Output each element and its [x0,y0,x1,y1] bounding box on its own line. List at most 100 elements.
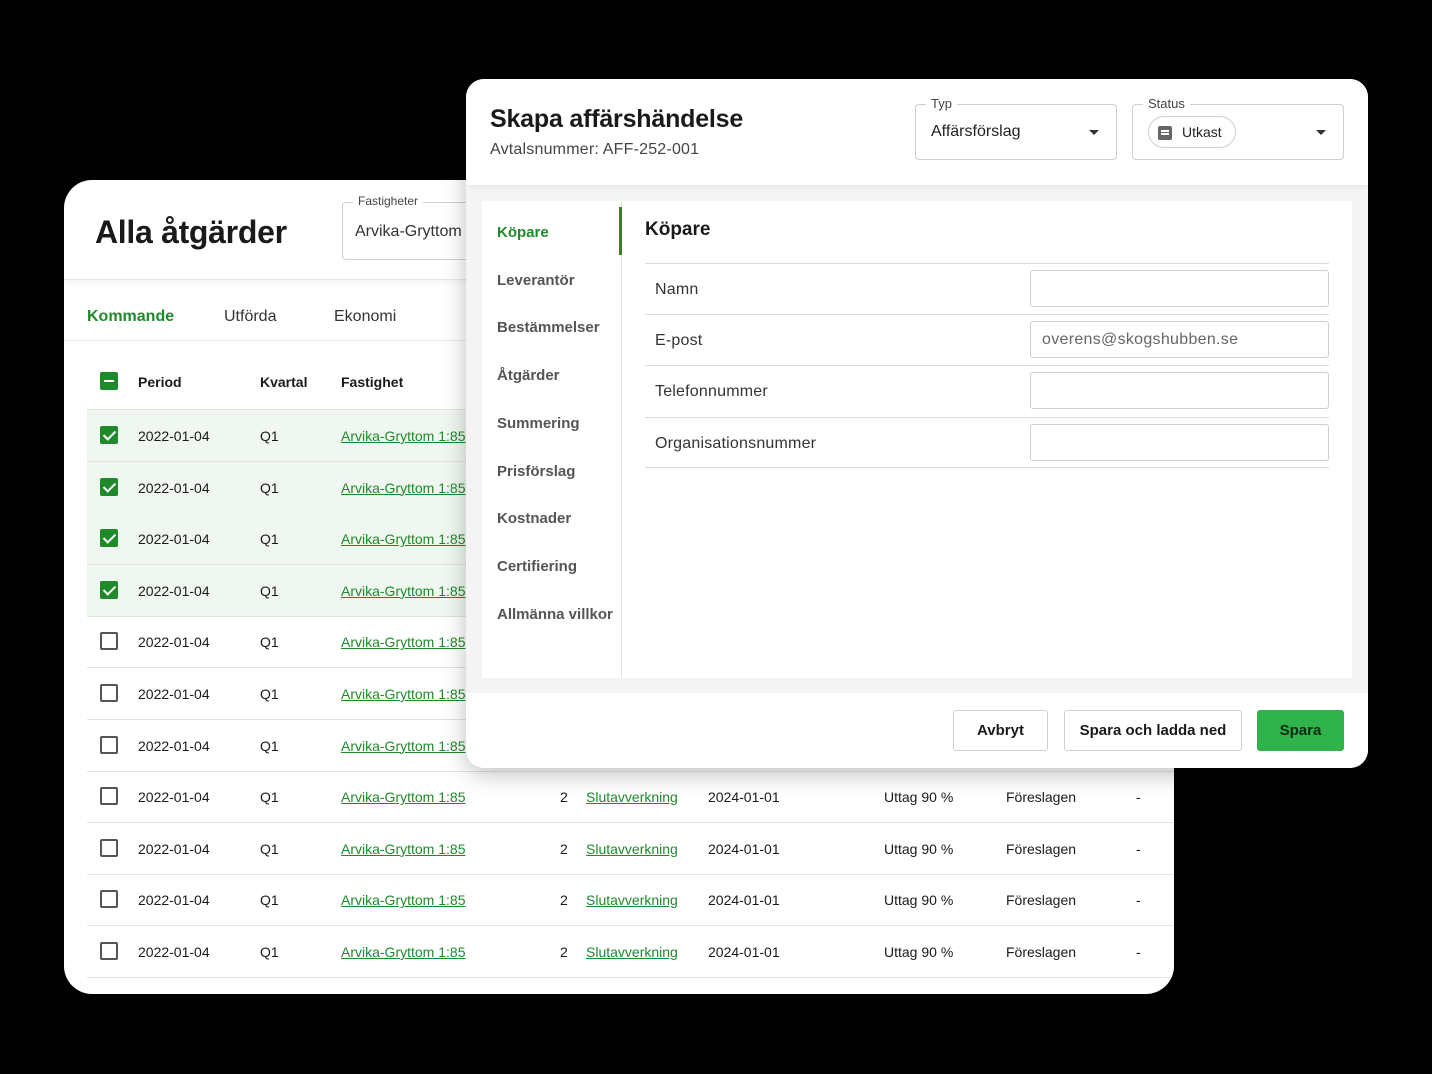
row-checkbox[interactable] [100,580,118,599]
dialog-title: Skapa affärshändelse [490,105,744,133]
table-row[interactable]: 2022-01-04 Q1 Arvika-Gryttom 1:85 2 Slutavve… [87,823,1174,875]
section-nav-item[interactable]: Bestämmelser [497,319,600,336]
dialog-content: Köpare Leverantör Bestämmelser Åtgärder Summ… [482,201,1352,678]
section-nav-item[interactable]: Certifiering [497,558,577,575]
row-checkbox[interactable] [100,838,118,857]
cell-extra: - [1136,789,1141,806]
type-select-label: Typ [926,96,957,111]
row-checkbox[interactable] [100,632,118,651]
property-link[interactable]: Arvika-Gryttom 1:85 [341,480,465,496]
action-link[interactable]: Slutavverkning [586,841,678,857]
cell-quarter: Q1 [260,789,279,806]
cell-period: 2022-01-04 [138,737,210,754]
section-nav: Köpare Leverantör Bestämmelser Åtgärder Summ… [482,201,622,678]
cell-period: 2022-01-04 [138,840,210,857]
section-title: Köpare [645,219,711,240]
cell-date: 2024-01-01 [708,789,780,806]
property-link[interactable]: Arvika-Gryttom 1:85 [341,738,465,754]
field-input[interactable] [1030,321,1329,359]
cell-quarter: Q1 [260,531,279,548]
property-link[interactable]: Arvika-Gryttom 1:85 [341,428,465,444]
cell-count: 2 [560,840,568,857]
select-all-checkbox[interactable] [100,372,118,390]
row-checkbox[interactable] [100,890,118,909]
field-input[interactable] [1030,270,1329,307]
cell-quarter: Q1 [260,892,279,909]
section-nav-item[interactable]: Leverantör [497,272,575,289]
cell-date: 2024-01-01 [708,944,780,960]
cell-date: 2024-01-01 [708,892,780,909]
cell-period: 2022-01-04 [138,789,210,806]
section-nav-item[interactable]: Kostnader [497,510,571,527]
cell-quarter: Q1 [260,582,279,599]
row-checkbox[interactable] [100,735,118,754]
form-row: Telefonnummer [645,365,1329,416]
cancel-button[interactable]: Avbryt [953,710,1048,751]
header-kvartal[interactable]: Kvartal [260,374,307,390]
section-nav-item[interactable]: Prisförslag [497,463,575,480]
action-link[interactable]: Slutavverkning [586,944,678,960]
property-link[interactable]: Arvika-Gryttom 1:85 [341,944,465,960]
chevron-down-icon [1316,130,1326,135]
property-link[interactable]: Arvika-Gryttom 1:85 [341,686,465,702]
type-select[interactable]: Typ Affärsförslag [915,96,1117,160]
cell-status: Föreslagen [1006,892,1077,909]
cell-quarter: Q1 [260,634,279,651]
cell-period: 2022-01-04 [138,582,210,599]
status-select[interactable]: Status Utkast [1132,96,1344,160]
section-nav-item[interactable]: Summering [497,415,580,432]
row-checkbox[interactable] [100,684,118,702]
action-link[interactable]: Slutavverkning [586,892,678,908]
property-link[interactable]: Arvika-Gryttom 1:85 [341,789,465,805]
row-checkbox[interactable] [100,529,118,548]
action-link[interactable]: Slutavverkning [586,789,678,805]
table-row[interactable]: 2022-01-04 Q1 Arvika-Gryttom 1:85 2 Slutavve… [87,926,1174,978]
section-nav-item[interactable]: Åtgärder [497,367,560,384]
property-link[interactable]: Arvika-Gryttom 1:85 [341,531,465,547]
contract-number: Avtalsnummer: AFF-252-001 [490,141,700,158]
form-row: E-post [645,314,1329,365]
tab-kommande[interactable]: Kommande [87,308,174,326]
tab-ekonomi[interactable]: Ekonomi [334,308,396,326]
cell-extra: - [1136,892,1141,909]
cell-period: 2022-01-04 [138,479,210,496]
property-filter-value: Arvika-Gryttom [355,223,462,240]
cell-period: 2022-01-04 [138,686,210,702]
property-link[interactable]: Arvika-Gryttom 1:85 [341,634,465,650]
cell-period: 2022-01-04 [138,634,210,651]
row-checkbox[interactable] [100,942,118,960]
cell-quarter: Q1 [260,737,279,754]
cell-share: Uttag 90 % [884,892,954,909]
property-link[interactable]: Arvika-Gryttom 1:85 [341,892,465,908]
save-button[interactable]: Spara [1257,710,1344,751]
cell-status: Föreslagen [1006,789,1077,806]
cell-quarter: Q1 [260,944,279,960]
table-row[interactable]: 2022-01-04 Q1 Arvika-Gryttom 1:85 2 Slutavve… [87,874,1174,927]
row-checkbox[interactable] [100,426,118,444]
property-link[interactable]: Arvika-Gryttom 1:85 [341,583,465,599]
cell-quarter: Q1 [260,686,279,702]
cell-count: 2 [560,892,568,909]
table-row[interactable]: 2022-01-04 Q1 Arvika-Gryttom 1:85 2 Slutavve… [87,771,1174,824]
dialog-header: Skapa affärshändelse Avtalsnummer: AFF-2… [466,79,1368,185]
cell-extra: - [1136,840,1141,857]
field-input[interactable] [1030,423,1329,461]
cell-period: 2022-01-04 [138,944,210,960]
tab-utforda[interactable]: Utförda [224,308,276,326]
row-checkbox[interactable] [100,477,118,496]
dialog-footer: Avbryt Spara och ladda ned Spara [466,693,1368,768]
chevron-down-icon [1089,130,1099,135]
section-nav-item[interactable]: Köpare [497,224,549,241]
cell-quarter: Q1 [260,840,279,857]
form-row: Organisationsnummer [645,416,1329,468]
field-input[interactable] [1030,372,1329,410]
cell-status: Föreslagen [1006,840,1077,857]
cell-count: 2 [560,789,568,806]
status-select-label: Status [1143,96,1190,111]
property-link[interactable]: Arvika-Gryttom 1:85 [341,841,465,857]
header-period[interactable]: Period [138,374,182,390]
row-checkbox[interactable] [100,787,118,806]
section-nav-item[interactable]: Allmänna villkor [497,606,613,623]
save-and-download-button[interactable]: Spara och ladda ned [1064,710,1242,751]
header-fastighet[interactable]: Fastighet [341,374,403,390]
